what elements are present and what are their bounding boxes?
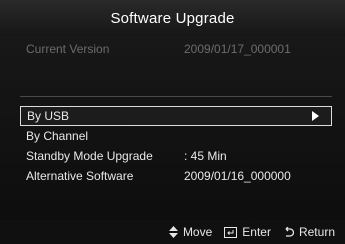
- standby-timer-value: : 45 Min: [184, 149, 227, 163]
- arrow-right-icon: [312, 111, 319, 121]
- upgrade-menu: By USB By Channel Standby Mode Upgrade :…: [20, 106, 332, 186]
- enter-icon: [224, 226, 238, 238]
- menu-item-label: By USB: [27, 109, 70, 123]
- menu-item-label: By Channel: [26, 129, 89, 143]
- dialog-title: Software Upgrade: [110, 9, 235, 27]
- return-label: Return: [298, 225, 335, 239]
- current-version-row: Current Version 2009/01/17_000001: [26, 40, 326, 58]
- title-bar: Software Upgrade: [0, 0, 345, 36]
- move-arrows-icon: [168, 226, 178, 238]
- enter-hint[interactable]: Enter: [224, 225, 271, 239]
- return-hint[interactable]: Return: [283, 225, 335, 239]
- current-version-value: 2009/01/17_000001: [184, 42, 291, 56]
- menu-item-by-usb[interactable]: By USB: [20, 106, 332, 126]
- osd-dialog: Software Upgrade Current Version 2009/01…: [0, 0, 345, 244]
- button-hints-bar: Move Enter Return: [0, 220, 345, 244]
- move-hint[interactable]: Move: [168, 225, 213, 239]
- enter-label: Enter: [242, 225, 271, 239]
- menu-item-label: Alternative Software: [26, 169, 134, 183]
- alternative-software-version: 2009/01/16_000000: [184, 169, 291, 183]
- move-label: Move: [182, 225, 213, 239]
- menu-item-alternative-software[interactable]: Alternative Software 2009/01/16_000000: [20, 166, 332, 186]
- menu-item-label: Standby Mode Upgrade: [26, 149, 153, 163]
- divider: [20, 96, 332, 97]
- return-icon: [283, 226, 294, 238]
- menu-item-standby-mode-upgrade[interactable]: Standby Mode Upgrade : 45 Min: [20, 146, 332, 166]
- current-version-label: Current Version: [26, 42, 110, 56]
- menu-item-by-channel[interactable]: By Channel: [20, 126, 332, 146]
